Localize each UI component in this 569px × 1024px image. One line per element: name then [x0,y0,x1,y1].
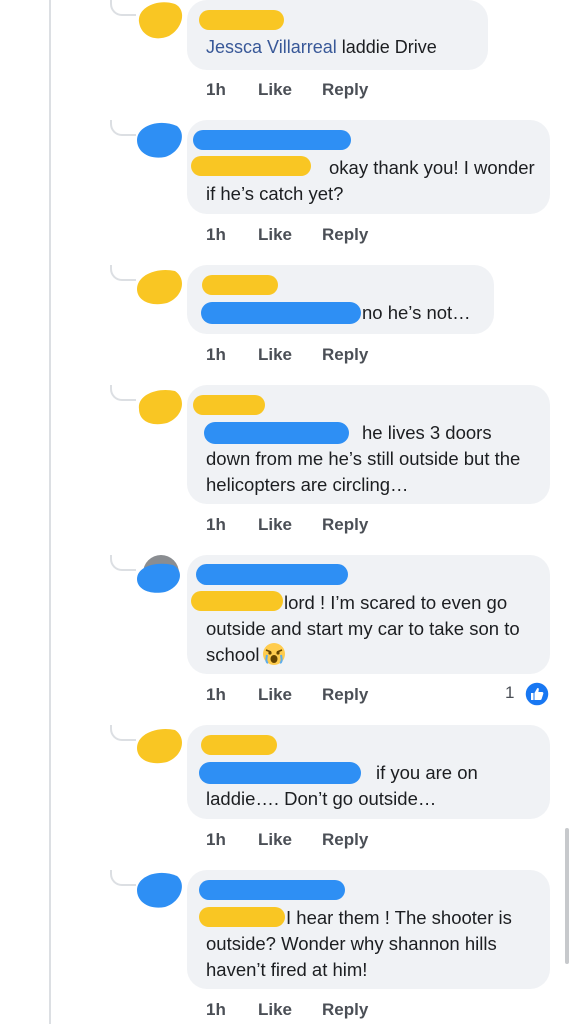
reply-button[interactable]: Reply [322,685,368,705]
redacted-avatar [138,2,183,39]
redacted-avatar [137,269,182,305]
redaction-mark [201,302,361,324]
scrollbar[interactable] [565,828,569,964]
redacted-avatar [138,389,182,425]
timestamp[interactable]: 1h [206,685,226,705]
reply-button[interactable]: Reply [322,515,368,535]
redaction-mark [193,395,265,415]
thumbs-up-icon [524,681,550,707]
comment-text: lord ! I’m scared to even go outside and… [206,592,520,665]
redaction-mark [199,10,284,30]
comment-bubble: Jessca Villarreal laddie Drive [187,0,488,70]
timestamp[interactable]: 1h [206,1000,226,1020]
timestamp[interactable]: 1h [206,345,226,365]
reply-button[interactable]: Reply [322,80,368,100]
like-button[interactable]: Like [258,515,292,535]
comment-bubble: he lives 3 doors down from me he’s still… [187,385,550,504]
thread-line [49,0,51,1024]
comment-bubble: lord ! I’m scared to even go outside and… [187,555,550,674]
comment-bubble: okay thank you! I wonder if he’s catch y… [187,120,550,214]
redaction-mark [199,880,345,900]
like-button[interactable]: Like [258,345,292,365]
author-link[interactable]: Jessca Villarreal [206,37,337,57]
reply-button[interactable]: Reply [322,830,368,850]
comment-bubble: I hear them ! The shooter is outside? Wo… [187,870,550,989]
like-button[interactable]: Like [258,685,292,705]
redacted-avatar [137,122,182,158]
comment-text: I hear them ! The shooter is outside? Wo… [206,907,512,980]
like-button[interactable]: Like [258,80,292,100]
redaction-mark [193,130,351,150]
comment-bubble: no he’s not… [187,265,494,334]
reaction-count: 1 [505,683,515,702]
comment-text: okay thank you! I wonder if he’s catch y… [206,157,535,204]
timestamp[interactable]: 1h [206,830,226,850]
redacted-avatar [137,555,180,593]
redacted-avatar [137,872,182,908]
comment-text: if you are on laddie…. Don’t go outside… [206,762,478,809]
like-button[interactable]: Like [258,1000,292,1020]
comment-bubble: if you are on laddie…. Don’t go outside… [187,725,550,819]
like-button[interactable]: Like [258,830,292,850]
comment-text: Jessca Villarreal laddie Drive [206,37,437,57]
comment-text: no he’s not… [362,302,471,323]
timestamp[interactable]: 1h [206,80,226,100]
reply-button[interactable]: Reply [322,345,368,365]
reply-button[interactable]: Reply [322,1000,368,1020]
redaction-mark [202,275,278,295]
redaction-mark [196,564,348,585]
timestamp[interactable]: 1h [206,515,226,535]
redaction-mark [201,735,277,755]
timestamp[interactable]: 1h [206,225,226,245]
comment-text: he lives 3 doors down from me he’s still… [206,422,521,495]
redacted-avatar [137,728,182,764]
crying-face-emoji [263,643,286,665]
reply-button[interactable]: Reply [322,225,368,245]
like-button[interactable]: Like [258,225,292,245]
